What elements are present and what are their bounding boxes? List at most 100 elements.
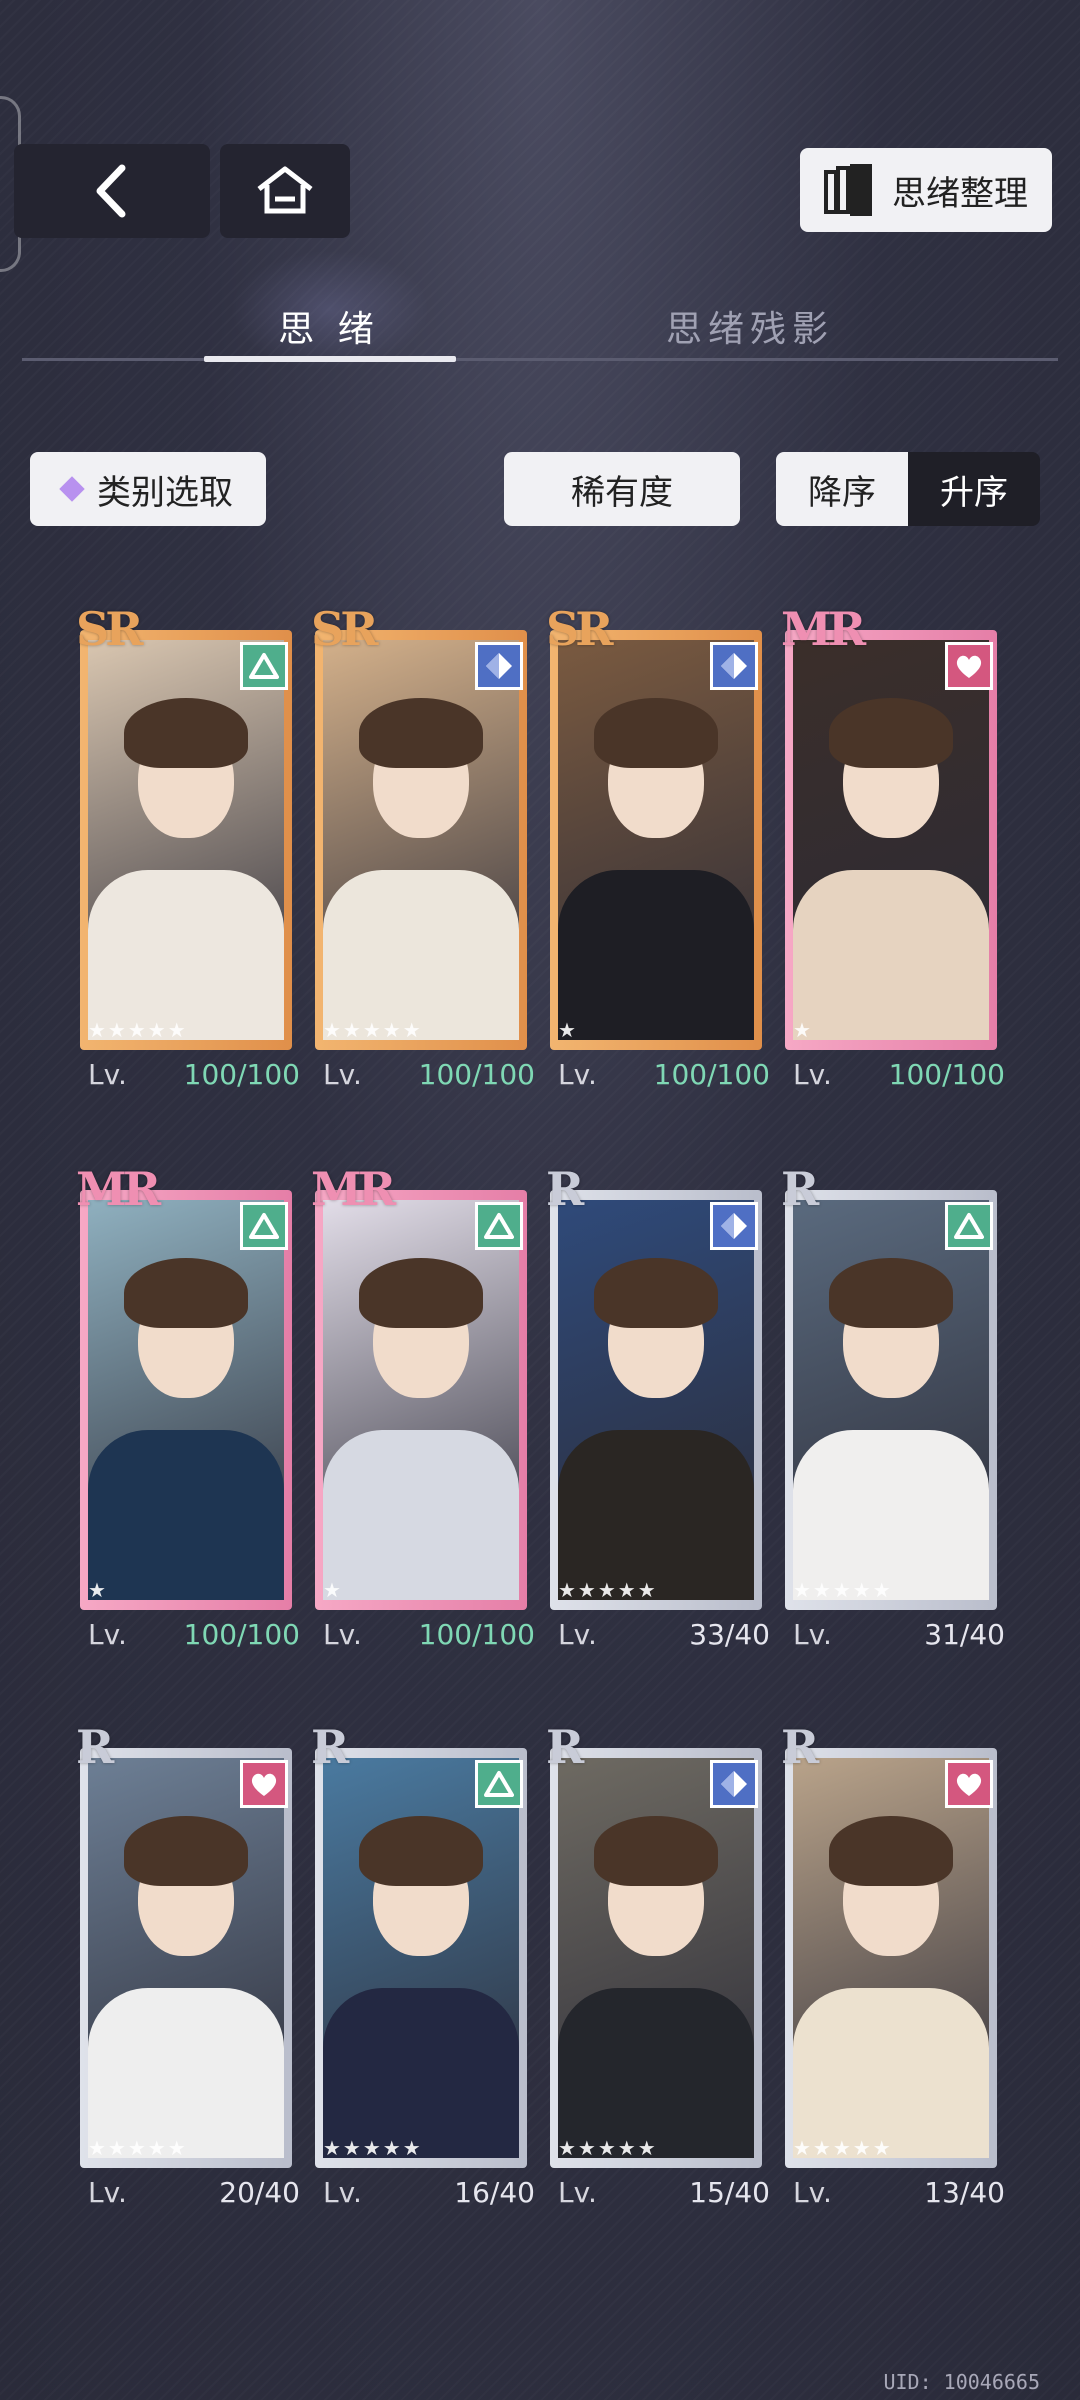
star-rating: ★★★★★: [323, 2136, 423, 2160]
diamond-element-icon: [475, 642, 523, 690]
level-value: 20/40: [219, 2176, 300, 2209]
rarity-badge: R: [76, 1720, 114, 1774]
triangle-element-icon: [240, 1202, 288, 1250]
level-label: Lv.: [793, 2176, 832, 2209]
star-rating: ★: [793, 1018, 813, 1042]
triangle-element-icon: [475, 1760, 523, 1808]
tab-active-indicator: [204, 356, 456, 362]
star-rating: ★★★★★: [793, 2136, 893, 2160]
portrait-hair: [829, 1816, 953, 1886]
character-card[interactable]: R ★★★★★ Lv. 31/40: [781, 1166, 1005, 1651]
heart-element-icon: [240, 1760, 288, 1808]
organize-label: 思绪整理: [892, 173, 1028, 214]
character-portrait: [88, 1758, 284, 2158]
level-label: Lv.: [323, 2176, 362, 2209]
card-frame: [315, 1190, 527, 1610]
tab-thought-shadows[interactable]: 思绪残影: [600, 300, 900, 352]
character-portrait: [558, 1200, 754, 1600]
rarity-badge: R: [546, 1162, 584, 1216]
portrait-hair: [124, 1258, 248, 1328]
chevron-left-icon: [96, 164, 126, 218]
character-card[interactable]: R ★★★★★ Lv. 13/40: [781, 1724, 1005, 2209]
character-card[interactable]: R ★★★★★ Lv. 16/40: [311, 1724, 535, 2209]
rarity-sort-button[interactable]: 稀有度: [504, 452, 740, 526]
category-filter-button[interactable]: 类别选取: [30, 452, 266, 526]
level-label: Lv.: [88, 1618, 127, 1651]
portrait-hair: [359, 1816, 483, 1886]
level-value: 100/100: [888, 1058, 1005, 1091]
level-value: 31/40: [924, 1618, 1005, 1651]
rarity-badge: R: [781, 1720, 819, 1774]
level-label: Lv.: [88, 2176, 127, 2209]
character-card[interactable]: MR ★ Lv. 100/100: [76, 1166, 300, 1651]
organize-button[interactable]: 思绪整理: [800, 148, 1052, 232]
character-portrait: [793, 640, 989, 1040]
star-rating: ★: [88, 1578, 108, 1602]
rarity-sort-label: 稀有度: [571, 472, 673, 513]
character-card[interactable]: R ★★★★★ Lv. 15/40: [546, 1724, 770, 2209]
card-frame: [785, 1748, 997, 2168]
portrait-outfit: [793, 870, 989, 1040]
star-rating: ★★★★★: [88, 1018, 188, 1042]
character-portrait: [323, 1200, 519, 1600]
portrait-outfit: [558, 870, 754, 1040]
character-portrait: [323, 640, 519, 1040]
diamond-element-icon: [710, 1760, 758, 1808]
card-frame: [315, 1748, 527, 2168]
portrait-outfit: [793, 1430, 989, 1600]
level-label: Lv.: [88, 1058, 127, 1091]
level-value: 100/100: [653, 1058, 770, 1091]
sort-descending-button[interactable]: 降序: [776, 452, 908, 526]
level-value: 100/100: [183, 1058, 300, 1091]
heart-element-icon: [945, 1760, 993, 1808]
card-frame: [80, 630, 292, 1050]
portrait-outfit: [88, 870, 284, 1040]
character-card[interactable]: MR ★ Lv. 100/100: [781, 606, 1005, 1091]
back-button[interactable]: [14, 144, 210, 238]
character-portrait: [88, 1200, 284, 1600]
card-frame: [550, 1190, 762, 1610]
diamond-element-icon: [710, 642, 758, 690]
character-card[interactable]: R ★★★★★ Lv. 20/40: [76, 1724, 300, 2209]
triangle-element-icon: [240, 642, 288, 690]
level-label: Lv.: [323, 1058, 362, 1091]
sort-order-toggle: 降序 升序: [776, 452, 1040, 526]
level-value: 100/100: [418, 1618, 535, 1651]
sort-ascending-button[interactable]: 升序: [908, 452, 1040, 526]
rarity-badge: R: [546, 1720, 584, 1774]
portrait-hair: [124, 1816, 248, 1886]
cards-stack-icon: [824, 164, 872, 216]
star-rating: ★: [323, 1578, 343, 1602]
rarity-badge: R: [311, 1720, 349, 1774]
character-portrait: [558, 1758, 754, 2158]
character-card[interactable]: SR ★ Lv. 100/100: [546, 606, 770, 1091]
character-card[interactable]: MR ★ Lv. 100/100: [311, 1166, 535, 1651]
star-rating: ★★★★★: [88, 2136, 188, 2160]
portrait-hair: [594, 1258, 718, 1328]
character-card[interactable]: SR ★★★★★ Lv. 100/100: [311, 606, 535, 1091]
portrait-hair: [594, 698, 718, 768]
character-portrait: [558, 640, 754, 1040]
card-frame: [80, 1190, 292, 1610]
home-icon: [257, 166, 313, 214]
portrait-hair: [359, 698, 483, 768]
portrait-outfit: [88, 1988, 284, 2158]
portrait-hair: [124, 698, 248, 768]
level-label: Lv.: [558, 2176, 597, 2209]
portrait-hair: [829, 698, 953, 768]
rarity-badge: SR: [546, 602, 613, 656]
diamond-element-icon: [710, 1202, 758, 1250]
tab-thoughts[interactable]: 思 绪: [204, 300, 454, 352]
star-rating: ★★★★★: [793, 1578, 893, 1602]
tabs-divider: [22, 358, 1058, 361]
character-card[interactable]: SR ★★★★★ Lv. 100/100: [76, 606, 300, 1091]
rarity-badge: MR: [76, 1162, 161, 1216]
star-rating: ★★★★★: [558, 1578, 658, 1602]
level-label: Lv.: [323, 1618, 362, 1651]
card-frame: [550, 630, 762, 1050]
triangle-element-icon: [475, 1202, 523, 1250]
star-rating: ★★★★★: [558, 2136, 658, 2160]
home-button[interactable]: [220, 144, 350, 238]
character-card[interactable]: R ★★★★★ Lv. 33/40: [546, 1166, 770, 1651]
uid-label: UID: 10046665: [883, 2370, 1040, 2394]
